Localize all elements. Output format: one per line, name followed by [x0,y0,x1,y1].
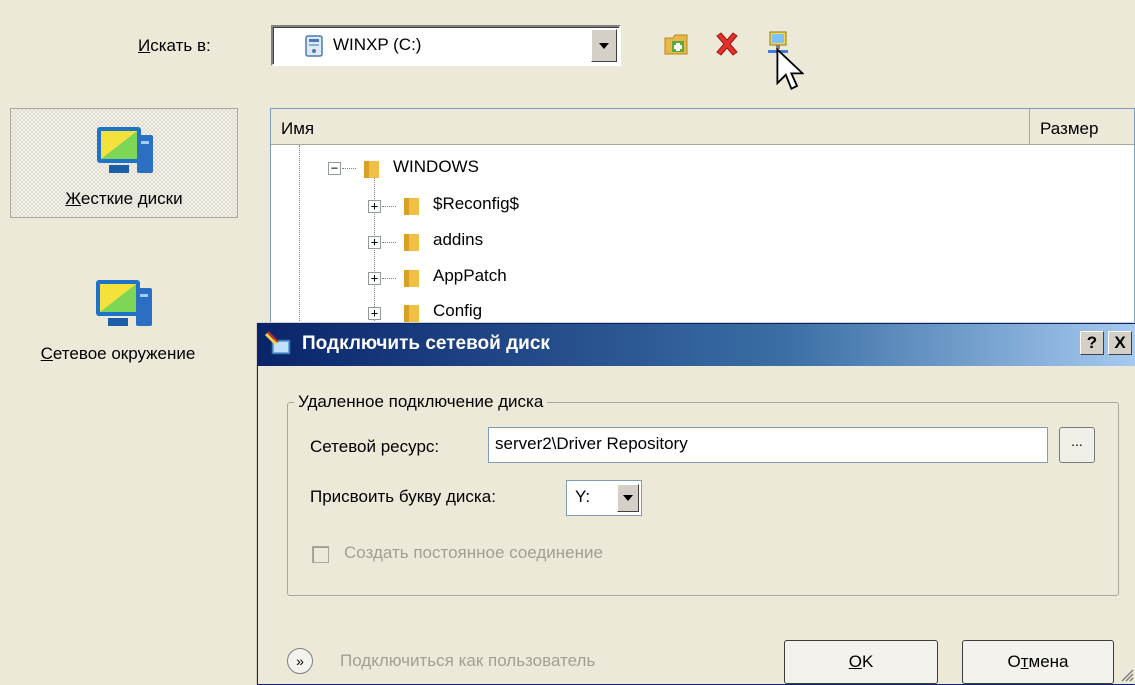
network-drive-wand-icon [264,331,291,355]
browse-button[interactable]: ... [1059,427,1095,463]
drive-icon [305,35,323,57]
place-hard-disks-label: Жесткие диски [65,189,183,208]
chevron-down-icon [623,495,633,501]
tree-connector [342,168,356,169]
network-computer-icon [96,280,152,326]
tree-item-label: $Reconfig$ [433,194,520,213]
dialog-title: Подключить сетевой диск [302,333,550,354]
tree-item-label: AppPatch [433,266,507,285]
expand-icon[interactable]: + [368,200,381,213]
open-folder-icon [364,161,379,178]
resize-grip-icon[interactable] [1120,668,1134,682]
help-button[interactable]: ? [1080,331,1104,355]
chevron-down-icon [599,42,609,49]
look-in-value: WINXP (C:) [333,35,422,54]
place-network[interactable]: Сетевое окружение [10,268,238,378]
group-title: Удаленное подключение диска [294,392,548,412]
tree-item-label: addins [433,230,484,249]
expand-icon[interactable]: + [368,307,381,320]
close-button[interactable]: X [1108,331,1132,355]
column-header-size[interactable]: Размер [1030,109,1134,145]
ok-button[interactable]: OK [784,640,938,684]
expand-icon[interactable]: + [368,236,381,249]
look-in-label: Искать в: [138,36,211,55]
folder-icon [404,270,419,287]
look-in-combo[interactable]: WINXP (C:) [271,25,621,66]
map-network-drive-dialog: Подключить сетевой диск ? X Удаленное по… [257,323,1135,685]
mouse-cursor-icon [776,48,804,91]
new-folder-icon[interactable] [663,30,691,58]
folder-icon [404,198,419,215]
drive-letter-select[interactable]: Y: [566,480,642,516]
tree-connector [382,206,396,207]
delete-icon[interactable] [713,30,741,58]
network-resource-label: Сетевой ресурс: [310,437,440,456]
dialog-titlebar[interactable]: Подключить сетевой диск ? X [258,324,1135,366]
drive-letter-label: Присвоить букву диска: [310,487,496,506]
folder-icon [404,234,419,251]
place-hard-disks[interactable]: Жесткие диски [10,108,238,218]
connect-as-user-link[interactable]: Подключиться как пользователь [340,651,595,671]
column-header-name[interactable]: Имя [271,109,1030,145]
computer-icon [97,127,153,173]
drive-letter-dropdown-button[interactable] [617,484,639,512]
cancel-button[interactable]: Отмена [962,640,1114,684]
place-network-label: Сетевое окружение [40,344,196,363]
look-in-dropdown-button[interactable] [591,29,617,62]
tree-item-label: WINDOWS [393,157,479,176]
tree-connector [382,242,396,243]
collapse-icon[interactable]: − [328,162,341,175]
persistent-connection-checkbox[interactable] [312,546,329,563]
folder-icon [404,305,419,322]
network-resource-input[interactable]: server2\Driver Repository [488,427,1048,463]
persistent-connection-label: Создать постоянное соединение [344,543,603,562]
expand-icon[interactable]: + [368,272,381,285]
tree-item-label: Config [433,301,483,320]
tree-connector [382,278,396,279]
chevron-double-down-icon[interactable]: » [287,648,313,674]
drive-letter-value: Y: [575,487,591,506]
